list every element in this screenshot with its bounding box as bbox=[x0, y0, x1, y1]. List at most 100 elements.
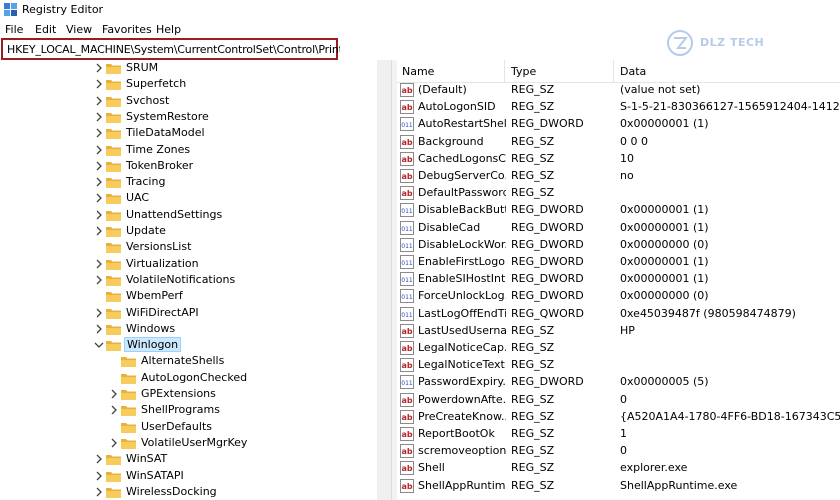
tree-item-label: TileDataModel bbox=[126, 126, 205, 140]
column-type-header[interactable]: Type bbox=[511, 65, 536, 78]
value-row[interactable]: ab PowerdownAfte... REG_SZ 0 bbox=[397, 392, 840, 409]
address-bar[interactable]: HKEY_LOCAL_MACHINE\System\CurrentControl… bbox=[1, 38, 343, 60]
value-name: DisableLockWor... bbox=[418, 237, 506, 251]
chevron-right-icon[interactable] bbox=[93, 160, 105, 172]
value-row[interactable]: ab CachedLogonsC... REG_SZ 10 bbox=[397, 151, 840, 168]
value-row[interactable]: 011 EnableSIHostInt... REG_DWORD 0x00000001… bbox=[397, 271, 840, 288]
chevron-down-icon[interactable] bbox=[93, 339, 105, 351]
value-row[interactable]: ab LegalNoticeText REG_SZ bbox=[397, 357, 840, 374]
tree-item-label: WinSAT bbox=[126, 452, 168, 466]
value-row[interactable]: ab LastUsedUserna... REG_SZ HP bbox=[397, 323, 840, 340]
address-path[interactable]: HKEY_LOCAL_MACHINE\System\CurrentControl… bbox=[7, 43, 343, 56]
value-row[interactable]: 011 DisableBackButt... REG_DWORD 0x00000001… bbox=[397, 202, 840, 219]
key-tree[interactable]: SRUM Superfetch Svchost SystemRestore TileDa… bbox=[0, 60, 375, 500]
chevron-right-icon[interactable] bbox=[93, 453, 105, 465]
value-row[interactable]: ab AutoLogonSID REG_SZ S-1-5-21-830366127-1… bbox=[397, 99, 840, 116]
values-list[interactable]: Name Type Data ab (Default) REG_SZ (value n… bbox=[397, 60, 840, 500]
tree-item-label: AlternateShells bbox=[141, 354, 225, 368]
value-name: CachedLogonsC... bbox=[418, 151, 506, 165]
binary-value-icon: 011 bbox=[400, 375, 414, 390]
value-row[interactable]: ab ReportBootOk REG_SZ 1 bbox=[397, 426, 840, 443]
folder-icon bbox=[106, 64, 121, 74]
chevron-right-icon[interactable] bbox=[108, 437, 120, 449]
folder-icon bbox=[106, 324, 121, 335]
value-data: S-1-5-21-830366127-1565912404-1412949406… bbox=[620, 100, 840, 114]
column-name-header[interactable]: Name bbox=[402, 65, 434, 78]
binary-value-icon: 011 bbox=[400, 203, 414, 218]
string-value-icon: ab bbox=[400, 478, 414, 493]
value-row[interactable]: 011 ForceUnlockLog... REG_DWORD 0x00000000 … bbox=[397, 288, 840, 305]
chevron-right-icon[interactable] bbox=[108, 404, 120, 416]
chevron-right-icon[interactable] bbox=[108, 388, 120, 400]
chevron-right-icon[interactable] bbox=[93, 307, 105, 319]
watermark-logo: DLZ TECH bbox=[660, 26, 790, 60]
menu-edit[interactable]: Edit bbox=[35, 23, 56, 36]
value-row[interactable]: ab Shell REG_SZ explorer.exe bbox=[397, 460, 840, 477]
value-row[interactable]: ab (Default) REG_SZ (value not set) bbox=[397, 82, 840, 99]
tree-item-label: WiFiDirectAPI bbox=[126, 305, 199, 319]
chevron-right-icon[interactable] bbox=[93, 192, 105, 204]
value-name: LegalNoticeText bbox=[418, 358, 505, 372]
value-row[interactable]: 011 DisableCad REG_DWORD 0x00000001 (1) bbox=[397, 220, 840, 237]
value-row[interactable]: ab LegalNoticeCap... REG_SZ bbox=[397, 340, 840, 357]
value-row[interactable]: ab DebugServerCo... REG_SZ no bbox=[397, 168, 840, 185]
chevron-right-icon[interactable] bbox=[93, 486, 105, 498]
value-row[interactable]: 011 LastLogOffEndTi... REG_QWORD 0xe4503948… bbox=[397, 306, 840, 323]
string-value-icon: ab bbox=[400, 392, 414, 407]
value-name: PreCreateKnow... bbox=[418, 409, 506, 423]
column-divider[interactable] bbox=[504, 60, 505, 82]
folder-icon bbox=[121, 438, 136, 449]
value-type: REG_SZ bbox=[511, 341, 555, 354]
folder-icon bbox=[106, 471, 121, 482]
menu-favorites[interactable]: Favorites bbox=[102, 23, 152, 36]
folder-icon bbox=[106, 227, 121, 237]
svg-text:ab: ab bbox=[401, 361, 412, 370]
menu-help[interactable]: Help bbox=[156, 23, 181, 36]
svg-text:011: 011 bbox=[401, 260, 413, 267]
chevron-right-icon[interactable] bbox=[93, 258, 105, 270]
tree-item-label: VersionsList bbox=[126, 240, 192, 254]
value-row[interactable]: ab scremoveoption REG_SZ 0 bbox=[397, 443, 840, 460]
value-name: AutoLogonSID bbox=[418, 100, 496, 114]
value-row[interactable]: ab DefaultPassword REG_SZ bbox=[397, 185, 840, 202]
value-row[interactable]: 011 EnableFirstLogo... REG_DWORD 0x00000001… bbox=[397, 254, 840, 271]
value-row[interactable]: ab PreCreateKnow... REG_SZ {A520A1A4-1780-4… bbox=[397, 409, 840, 426]
menu-file[interactable]: File bbox=[5, 23, 23, 36]
chevron-right-icon[interactable] bbox=[93, 95, 105, 107]
value-row[interactable]: 011 AutoRestartShell REG_DWORD 0x00000001 (… bbox=[397, 116, 840, 133]
folder-icon bbox=[106, 178, 121, 189]
tree-item-label: UAC bbox=[126, 191, 150, 205]
folder-icon bbox=[106, 487, 121, 498]
value-row[interactable]: ab ShellAppRuntime REG_SZ ShellAppRuntime.e… bbox=[397, 478, 840, 495]
chevron-right-icon[interactable] bbox=[93, 78, 105, 90]
svg-text:011: 011 bbox=[401, 380, 413, 387]
value-name: Background bbox=[418, 134, 484, 148]
menu-view[interactable]: View bbox=[66, 23, 92, 36]
value-row[interactable]: 011 PasswordExpiry... REG_DWORD 0x00000005 … bbox=[397, 374, 840, 391]
value-type: REG_SZ bbox=[511, 134, 555, 148]
chevron-right-icon[interactable] bbox=[93, 144, 105, 156]
chevron-right-icon[interactable] bbox=[93, 209, 105, 221]
chevron-right-icon[interactable] bbox=[93, 274, 105, 286]
value-name: LegalNoticeCap... bbox=[418, 341, 506, 354]
value-row[interactable]: 011 DisableLockWor... REG_DWORD 0x00000000 … bbox=[397, 237, 840, 254]
chevron-right-icon[interactable] bbox=[93, 111, 105, 123]
column-divider[interactable] bbox=[613, 60, 614, 82]
chevron-right-icon[interactable] bbox=[93, 127, 105, 139]
chevron-right-icon[interactable] bbox=[93, 176, 105, 188]
value-type: REG_SZ bbox=[511, 358, 555, 372]
chevron-right-icon[interactable] bbox=[93, 225, 105, 237]
folder-icon bbox=[121, 373, 136, 384]
folder-icon bbox=[106, 129, 121, 140]
svg-text:ab: ab bbox=[401, 103, 412, 112]
string-value-icon: ab bbox=[400, 323, 414, 338]
column-data-header[interactable]: Data bbox=[620, 65, 646, 78]
chevron-right-icon[interactable] bbox=[93, 470, 105, 482]
value-type: REG_DWORD bbox=[511, 255, 584, 268]
value-type: REG_SZ bbox=[511, 392, 555, 406]
chevron-right-icon[interactable] bbox=[93, 62, 105, 74]
svg-text:ab: ab bbox=[401, 344, 412, 353]
tree-scrollbar[interactable] bbox=[377, 60, 391, 500]
value-row[interactable]: ab Background REG_SZ 0 0 0 bbox=[397, 134, 840, 151]
chevron-right-icon[interactable] bbox=[93, 323, 105, 335]
